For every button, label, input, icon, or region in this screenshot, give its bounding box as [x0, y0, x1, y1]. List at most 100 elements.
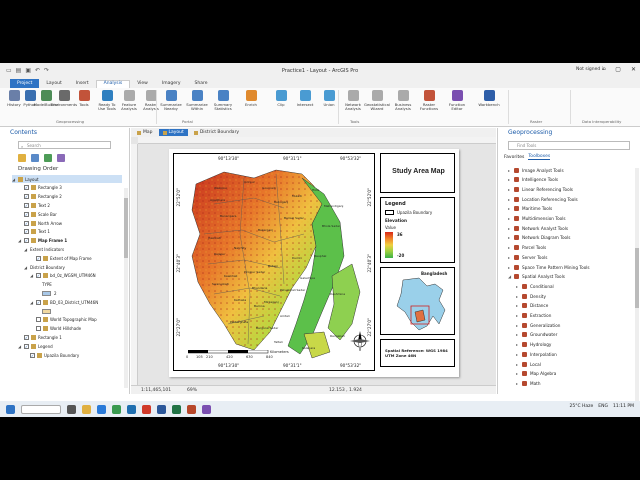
contents-item[interactable]: ✓ Rectangle 1 — [18, 333, 62, 341]
close-icon[interactable]: ✕ — [631, 66, 636, 73]
app-icon[interactable] — [142, 404, 151, 414]
spatial-ref-box[interactable]: Spatial Reference: WGS 1984 UTM Zone 46N — [380, 339, 455, 367]
ribbon-button-feature-analysis[interactable]: Feature Analysis — [118, 90, 140, 111]
layout-page[interactable]: 90°13'30" 90°31'1" 90°53'32" 90°13'30" 9… — [169, 149, 459, 377]
toolbox-item[interactable]: ▸ Maritime Tools — [508, 205, 552, 213]
scale-value[interactable]: 1:11,465,101 — [141, 388, 171, 393]
inset-map-box[interactable]: Bangladesh — [380, 267, 455, 335]
ribbon-button-environments[interactable]: Environments — [51, 90, 77, 107]
toolset-item[interactable]: ▸ Math — [516, 379, 540, 387]
ribbon-tab-view[interactable]: View — [130, 81, 155, 88]
geoprocessing-scrollbar[interactable] — [635, 168, 639, 401]
expand-icon[interactable]: ◢ — [24, 265, 29, 270]
contents-item[interactable]: ◢ District Boundary — [24, 263, 65, 271]
minimize-icon[interactable]: – — [602, 66, 605, 73]
contents-item[interactable]: ✓ North Arrow — [18, 219, 62, 227]
expand-icon[interactable]: ◢ — [30, 300, 35, 305]
zoom-value[interactable]: 69% — [187, 388, 197, 393]
visibility-checkbox[interactable]: ✓ — [24, 220, 29, 226]
toolbox-item[interactable]: ▸ Network Analyst Tools — [508, 224, 568, 232]
contents-item[interactable]: ✓ Upazila Boundary — [24, 351, 79, 359]
contents-item[interactable]: ✓ Text 2 — [18, 201, 50, 209]
ribbon-button-business-analysis[interactable]: Business Analysis — [392, 90, 414, 111]
toolbox-item[interactable]: ▸ Space Time Pattern Mining Tools — [508, 263, 590, 271]
contents-item[interactable]: ◢ ✓ Legend — [18, 342, 53, 350]
weather-text[interactable]: 25°C Haze — [569, 404, 593, 409]
ribbon-button-enrich[interactable]: Enrich — [240, 90, 262, 107]
toolset-item[interactable]: ▸ Extraction — [516, 312, 551, 320]
tab-toolboxes[interactable]: Toolboxes — [528, 154, 551, 160]
visibility-checkbox[interactable]: ✓ — [24, 202, 29, 208]
toolset-item[interactable]: ▸ Map Algebra — [516, 370, 556, 378]
ribbon-button-summarize-within[interactable]: Summarize Within — [186, 90, 208, 111]
visibility-checkbox[interactable] — [36, 326, 41, 332]
language-text[interactable]: ENG — [598, 404, 608, 409]
doc-tab-map[interactable]: Map — [133, 129, 157, 136]
visibility-checkbox[interactable]: ✓ — [36, 299, 41, 305]
ribbon-tab-share[interactable]: Share — [187, 81, 214, 88]
toolset-item[interactable]: ▸ Interpolation — [516, 350, 557, 358]
ribbon-button-workbench[interactable]: Workbench — [478, 90, 500, 107]
contents-item[interactable]: World Hillshade — [30, 325, 81, 333]
ribbon-button-ready-to-use-tools[interactable]: Ready To Use Tools — [96, 90, 118, 111]
toolset-item[interactable]: ▸ Generalization — [516, 321, 560, 329]
contents-item[interactable] — [36, 307, 54, 315]
visibility-checkbox[interactable]: ✓ — [24, 229, 29, 235]
ribbon-button-function-editor[interactable]: Function Editor — [446, 90, 468, 111]
ribbon-button-summary-statistics[interactable]: Summary Statistics — [212, 90, 234, 111]
task-view-icon[interactable] — [67, 404, 76, 414]
toolbox-item[interactable]: ▸ Linear Referencing Tools — [508, 185, 573, 193]
ribbon-tab-insert[interactable]: Insert — [69, 81, 96, 88]
toolset-item[interactable]: ▸ Groundwater — [516, 331, 557, 339]
toolbox-item[interactable]: ▸ Location Referencing Tools — [508, 195, 578, 203]
maximize-icon[interactable]: ▢ — [615, 66, 621, 73]
symbol-swatch[interactable] — [42, 308, 51, 314]
expand-icon[interactable]: ◢ — [18, 344, 23, 349]
contents-item[interactable]: ◢ ✓ BD_03_District_UTM46N — [30, 298, 98, 306]
edge-icon[interactable] — [97, 404, 106, 414]
list-by-drawing-order-icon[interactable] — [18, 154, 26, 162]
ribbon-button-clip[interactable]: Clip — [270, 90, 292, 107]
ribbon-button-raster-functions[interactable]: Raster Functions — [418, 90, 440, 111]
visibility-checkbox[interactable]: ✓ — [24, 334, 29, 340]
contents-item[interactable]: ◢ Extent Indicators — [24, 245, 64, 253]
toolset-item[interactable]: ▸ Conditional — [516, 282, 554, 290]
ribbon-button-raster-analysis[interactable]: Raster Analysis — [140, 90, 162, 111]
legend-box[interactable]: Legend Upazila Boundary Elevation Value … — [380, 197, 455, 263]
toolset-item[interactable]: ▸ Distance — [516, 302, 548, 310]
toolset-item[interactable]: ▸ Density — [516, 292, 546, 300]
contents-item[interactable]: World Topographic Map — [30, 316, 97, 324]
ribbon-button-network-analysis[interactable]: Network Analysis — [342, 90, 364, 111]
windows-start-icon[interactable] — [6, 404, 15, 414]
ribbon-tab-imagery[interactable]: Imagery — [155, 81, 188, 88]
toolbox-item[interactable]: ▸ Image Analyst Tools — [508, 166, 564, 174]
visibility-checkbox[interactable]: ✓ — [24, 211, 29, 217]
powerpoint-icon[interactable] — [187, 404, 196, 414]
contents-item[interactable]: ◢ Layout — [12, 175, 122, 183]
toolbox-item[interactable]: ▸ Intelligence Tools — [508, 176, 558, 184]
expand-icon[interactable]: ◢ — [30, 273, 35, 278]
list-by-source-icon[interactable] — [31, 154, 39, 162]
toolbox-item[interactable]: ▸ Server Tools — [508, 253, 547, 261]
doc-tab-layout[interactable]: Layout — [158, 129, 188, 136]
contents-item[interactable]: ✓ Rectangle 2 — [18, 193, 62, 201]
contents-item[interactable]: ✓ Extent of Map Frame — [30, 254, 92, 262]
taskbar-search-icon[interactable] — [21, 404, 61, 414]
contents-item[interactable]: ◢ ✓ Map Frame 1 — [18, 237, 67, 245]
visibility-checkbox[interactable]: ✓ — [24, 238, 29, 244]
chrome-icon[interactable] — [112, 404, 121, 414]
contents-item[interactable]: TYPE — [36, 281, 52, 289]
visibility-checkbox[interactable] — [36, 317, 41, 323]
ribbon-button-geostatistical-wizard[interactable]: Geostatistical Wizard — [364, 90, 390, 111]
expand-icon[interactable]: ◢ — [12, 177, 17, 182]
layout-view[interactable]: 90°13'30" 90°31'1" 90°53'32" 90°13'30" 9… — [131, 137, 496, 385]
arcgis-pro-icon[interactable] — [127, 404, 136, 414]
ribbon-button-union[interactable]: Union — [318, 90, 340, 107]
toolbox-item[interactable]: ▸ Multidimension Tools — [508, 215, 566, 223]
ribbon-button-intersect[interactable]: Intersect — [294, 90, 316, 107]
expand-icon[interactable]: ◢ — [24, 247, 29, 252]
list-by-editing-icon[interactable] — [57, 154, 65, 162]
visibility-checkbox[interactable]: ✓ — [36, 273, 41, 279]
word-icon[interactable] — [157, 404, 166, 414]
list-by-selection-icon[interactable] — [44, 154, 52, 162]
